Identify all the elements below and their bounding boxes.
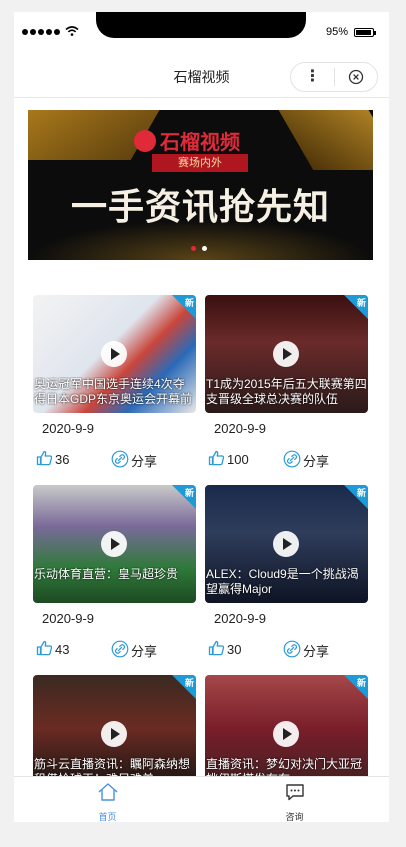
banner-tag: 赛场内外: [152, 154, 248, 172]
new-badge-label: 新: [184, 298, 194, 308]
video-card[interactable]: 新奥运冠军中国选手连续4次夺得日本GDP东京奥运会开幕前 2020-9-9 36 分享: [33, 295, 196, 470]
share-link-icon: [283, 640, 301, 661]
like-button[interactable]: 36: [36, 450, 69, 469]
battery-percent: 95%: [326, 26, 349, 38]
share-button[interactable]: 分享: [111, 640, 157, 661]
share-link-icon: [283, 450, 301, 471]
banner-brand: 石榴视频: [160, 132, 240, 154]
tab-label: 咨询: [285, 812, 304, 822]
video-caption: ALEX：Cloud9是一个挑战渴望赢得Major: [206, 567, 359, 596]
publish-date: 2020-9-9: [214, 421, 267, 436]
share-button[interactable]: 分享: [111, 450, 157, 471]
new-badge-label: 新: [356, 678, 366, 688]
pomegranate-icon: [134, 129, 156, 152]
banner-headline: 一手资讯抢先知: [70, 186, 330, 227]
banner-logo: 石榴视频: [134, 126, 240, 155]
tab-home[interactable]: 首页: [14, 777, 201, 822]
mini-program-capsule: ⋮: [290, 62, 378, 92]
publish-date: 2020-9-9: [42, 611, 95, 626]
play-icon[interactable]: [101, 341, 127, 367]
phone-screen: 95% 石榴视频 ⋮ 石榴视频 赛场内外 一手资讯抢先知 新 奥运冠军中国选手连…: [14, 12, 389, 822]
share-label: 分享: [131, 644, 158, 659]
play-icon[interactable]: [273, 721, 299, 747]
video-caption: 乐动体育直营：皇马超珍贵: [34, 567, 179, 581]
thumbs-up-icon: [36, 450, 53, 469]
new-badge-label: 新: [356, 488, 366, 498]
video-thumbnail[interactable]: 新筋斗云直播资讯：瞩阿森纳想租借恰球王！难兄难弟…: [33, 675, 196, 776]
like-button[interactable]: 100: [208, 450, 249, 469]
play-icon[interactable]: [273, 341, 299, 367]
wifi-icon: [65, 26, 79, 36]
thumbs-up-icon: [36, 640, 53, 659]
publish-date: 2020-9-9: [214, 611, 267, 626]
play-icon[interactable]: [101, 721, 127, 747]
navbar: 石榴视频 ⋮: [14, 56, 389, 98]
card-actions: 43 分享: [33, 640, 196, 660]
video-caption: T1成为2015年后五大联赛第四支晋级全球总决赛的队伍: [206, 377, 367, 406]
new-badge-label: 新: [184, 678, 194, 688]
like-button[interactable]: 30: [208, 640, 241, 659]
share-link-icon: [111, 450, 129, 471]
video-card[interactable]: 新筋斗云直播资讯：瞩阿森纳想租借恰球王！难兄难弟…: [33, 675, 196, 776]
video-card[interactable]: 新 T1成为2015年后五大联赛第四支晋级全球总决赛的队伍 2020-9-9 100 分…: [205, 295, 368, 470]
video-thumbnail[interactable]: 新直播资讯：梦幻对决门大亚冠挑伊斯塔发布布…: [205, 675, 368, 776]
new-badge-label: 新: [356, 298, 366, 308]
play-icon[interactable]: [273, 531, 299, 557]
close-circle-icon[interactable]: [335, 69, 377, 85]
carousel-indicator[interactable]: [191, 246, 207, 251]
like-button[interactable]: 43: [36, 640, 69, 659]
share-button[interactable]: 分享: [283, 450, 329, 471]
video-card[interactable]: 新乐动体育直营：皇马超珍贵 2020-9-9 43 分享: [33, 485, 196, 660]
new-badge-label: 新: [184, 488, 194, 498]
tab-label: 首页: [98, 812, 117, 822]
video-caption: 奥运冠军中国选手连续4次夺得日本GDP东京奥运会开幕前: [34, 377, 193, 406]
video-card[interactable]: 新直播资讯：梦幻对决门大亚冠挑伊斯塔发布布…: [205, 675, 368, 776]
video-thumbnail[interactable]: 新 T1成为2015年后五大联赛第四支晋级全球总决赛的队伍: [205, 295, 368, 413]
play-icon[interactable]: [101, 531, 127, 557]
thumbs-up-icon: [208, 640, 225, 659]
share-link-icon: [111, 640, 129, 661]
share-label: 分享: [131, 454, 158, 469]
card-actions: 30 分享: [205, 640, 368, 660]
publish-date: 2020-9-9: [42, 421, 95, 436]
like-count: 30: [227, 642, 242, 657]
carousel-dot[interactable]: [191, 246, 196, 251]
like-count: 100: [227, 452, 249, 467]
more-dots-icon[interactable]: ⋮: [291, 63, 334, 91]
signal-icon: [22, 29, 60, 35]
thumbs-up-icon: [208, 450, 225, 469]
share-label: 分享: [303, 454, 330, 469]
tab-consult[interactable]: 咨询: [201, 777, 388, 822]
share-button[interactable]: 分享: [283, 640, 329, 661]
content-scroll[interactable]: 石榴视频 赛场内外 一手资讯抢先知 新奥运冠军中国选手连续4次夺得日本GDP东京…: [28, 110, 373, 776]
video-thumbnail[interactable]: 新奥运冠军中国选手连续4次夺得日本GDP东京奥运会开幕前: [33, 295, 196, 413]
card-actions: 100 分享: [205, 450, 368, 470]
banner-carousel[interactable]: 石榴视频 赛场内外 一手资讯抢先知: [28, 110, 373, 260]
carousel-dot[interactable]: [202, 246, 207, 251]
home-icon: [97, 782, 119, 807]
like-count: 43: [55, 642, 70, 657]
like-count: 36: [55, 452, 70, 467]
tab-bar: 首页 咨询: [14, 776, 389, 822]
video-thumbnail[interactable]: 新乐动体育直营：皇马超珍贵: [33, 485, 196, 603]
video-caption: 直播资讯：梦幻对决门大亚冠挑伊斯塔发布布…: [206, 757, 363, 776]
card-actions: 36 分享: [33, 450, 196, 470]
battery-icon: [354, 28, 376, 37]
video-card[interactable]: 新 ALEX：Cloud9是一个挑战渴望赢得Major 2020-9-9 30 分享: [205, 485, 368, 660]
share-label: 分享: [303, 644, 330, 659]
message-icon: [285, 782, 305, 807]
notch: [96, 12, 306, 38]
video-thumbnail[interactable]: 新 ALEX：Cloud9是一个挑战渴望赢得Major: [205, 485, 368, 603]
video-caption: 筋斗云直播资讯：瞩阿森纳想租借恰球王！难兄难弟…: [34, 757, 191, 776]
